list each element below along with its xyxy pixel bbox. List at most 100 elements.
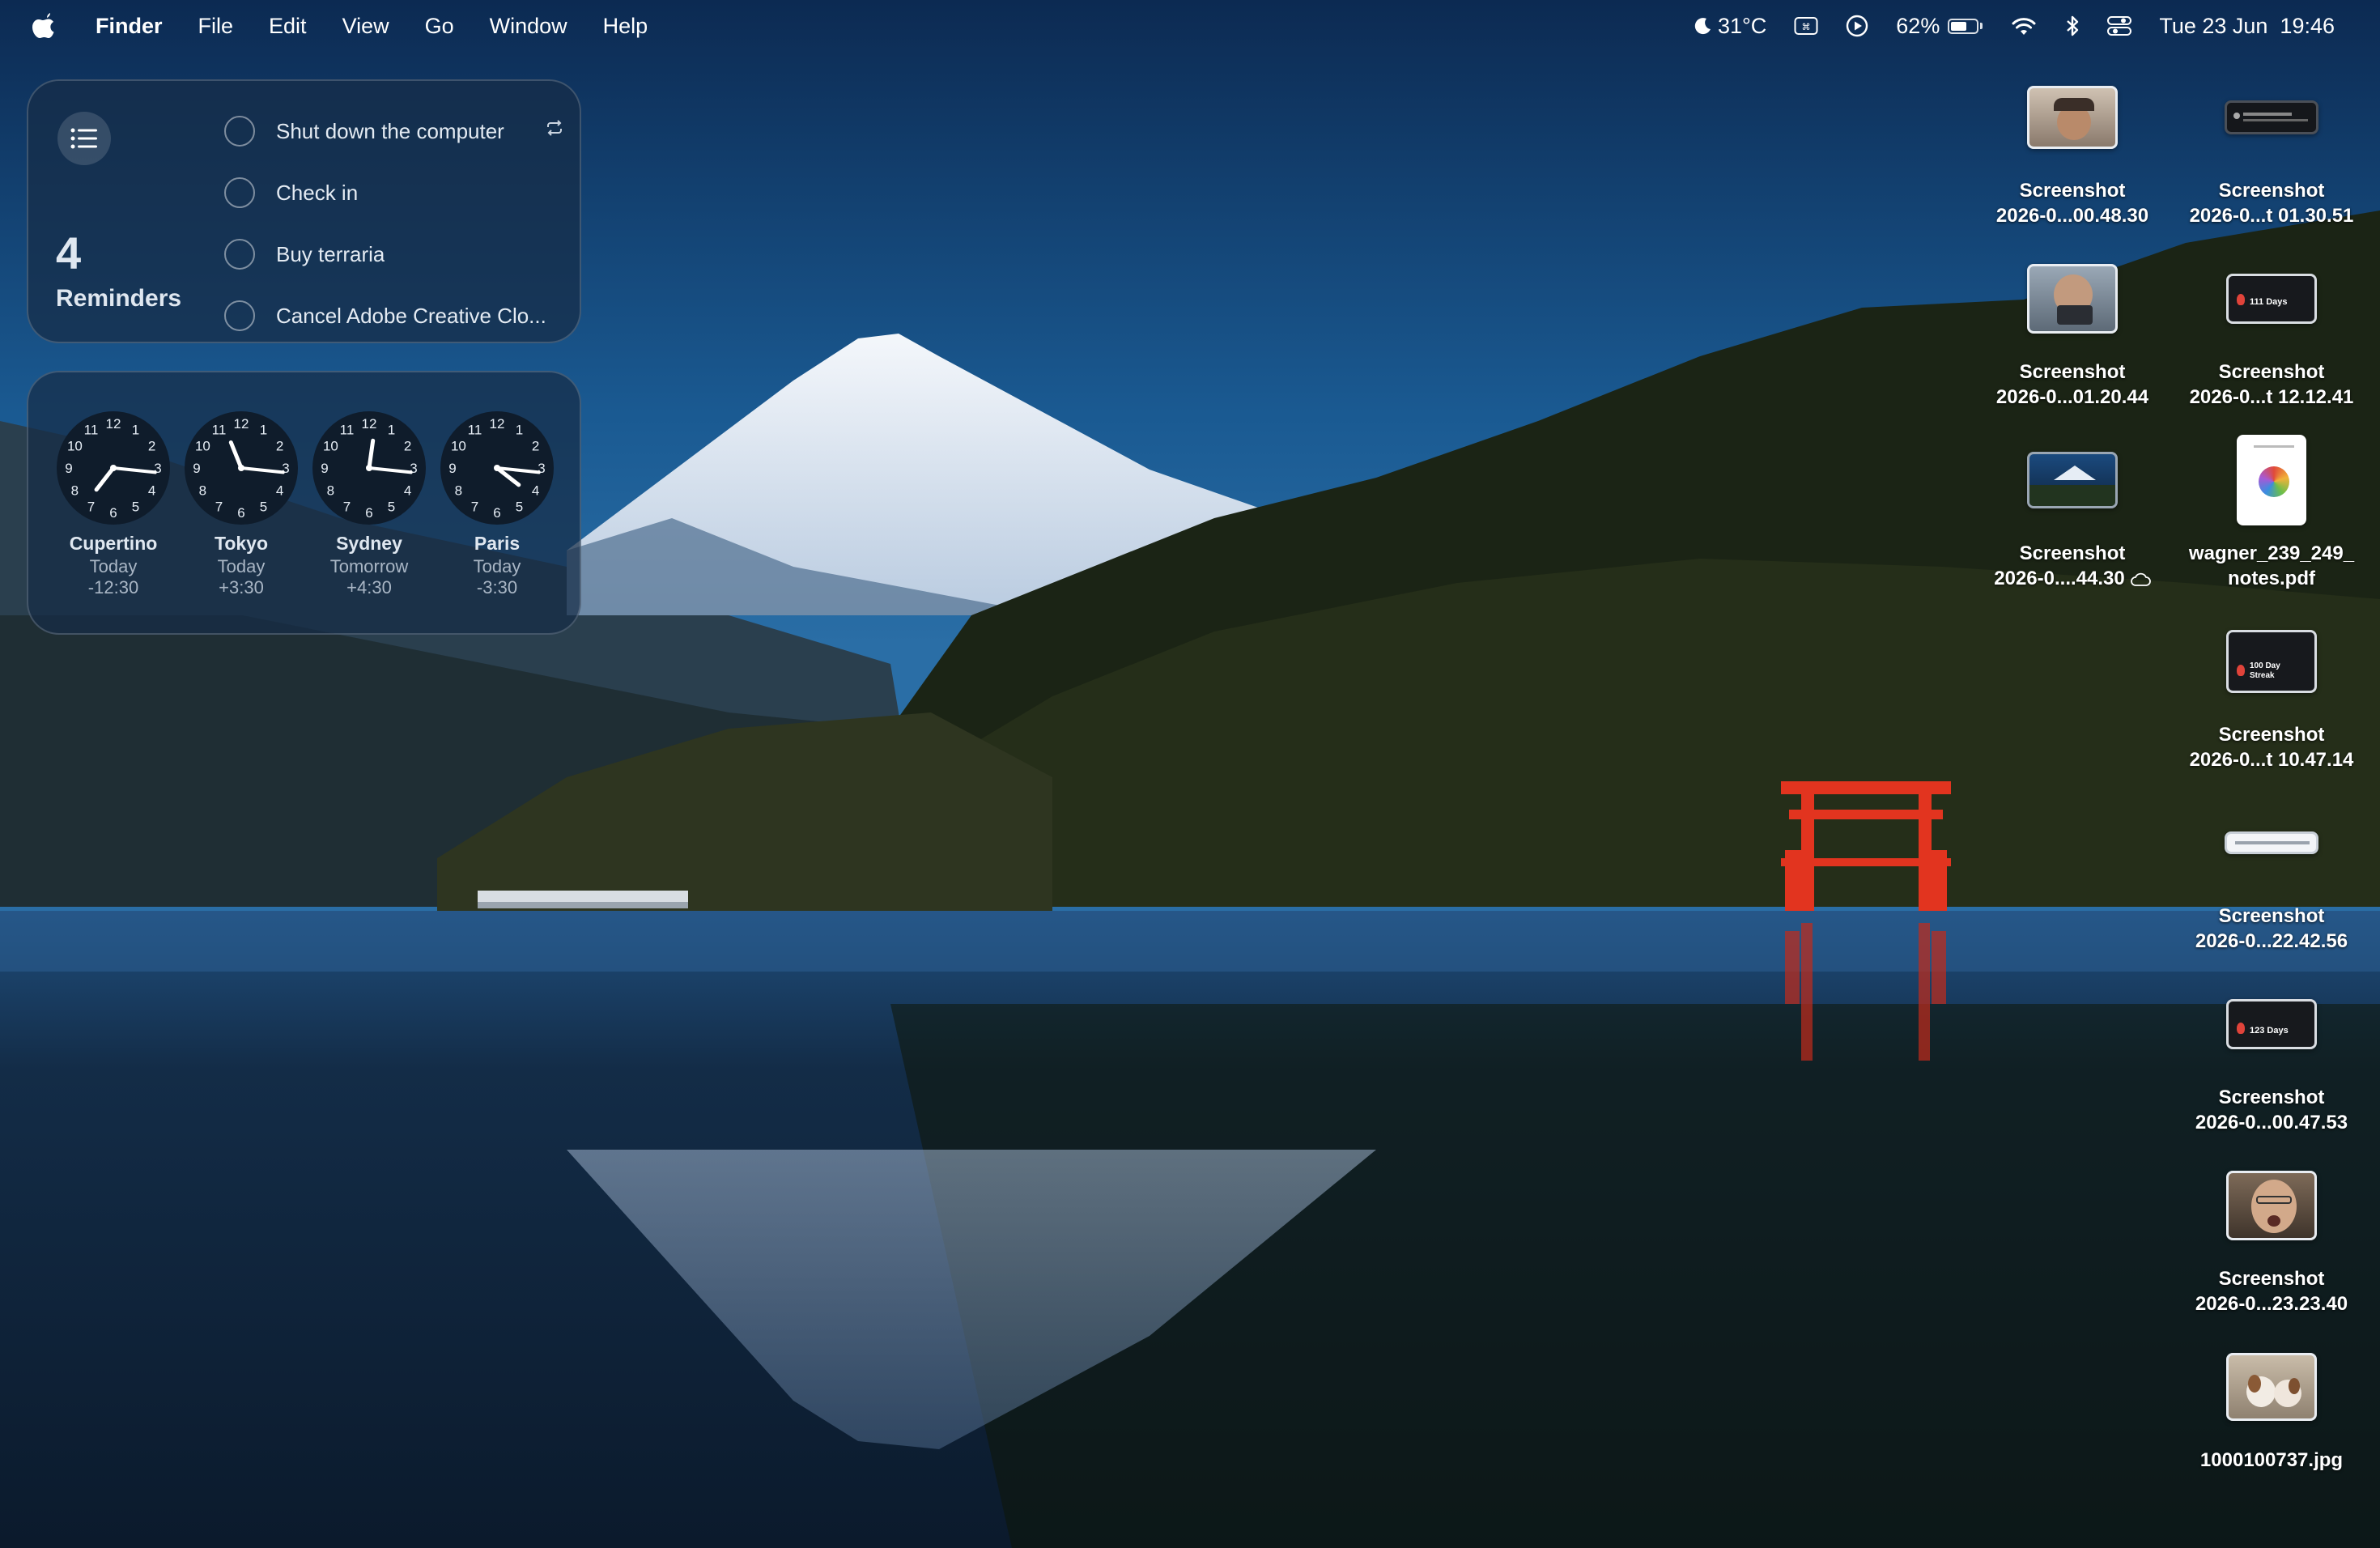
reminder-checkbox[interactable]	[224, 177, 255, 208]
clock-city: Cupertino	[69, 533, 158, 554]
reminder-text: Buy terraria	[276, 241, 385, 266]
battery-percent: 62%	[1896, 13, 1940, 38]
clock-numeral: 5	[516, 500, 523, 515]
file-name-line1: 1000100737.jpg	[2199, 1449, 2344, 1471]
file-name-line1: Screenshot	[2019, 542, 2126, 564]
photo-thumbnail	[2226, 1353, 2317, 1421]
clock-numeral: 10	[67, 439, 83, 454]
battery-status[interactable]: 62%	[1896, 14, 1983, 39]
clock-numeral: 7	[343, 500, 351, 515]
clock-sydney[interactable]: 1 2 3 4 5 6 7 8 9 10 11 12 Sydney Tomorrow +4:30	[308, 410, 430, 598]
input-source-icon[interactable]: ⌘	[1794, 16, 1818, 36]
clock-tokyo[interactable]: 1 2 3 4 5 6 7 8 9 10 11 12 Tokyo Today +3:30	[181, 410, 302, 598]
list-icon	[57, 112, 111, 165]
clock-datetime[interactable]: Tue 23 Jun 19:46	[2159, 14, 2335, 39]
screenshot-thumbnail	[2225, 100, 2318, 134]
clock-numeral: 9	[193, 461, 200, 476]
clock-numeral: 9	[321, 461, 328, 476]
desktop-file-icon[interactable]: Screenshot 2026-0...00.48.30	[1975, 57, 2170, 228]
file-name-line1: wagner_239_249_	[2188, 542, 2355, 564]
clock-numeral: 11	[468, 422, 482, 437]
clock-city: Sydney	[336, 533, 402, 554]
clock-day: Today	[89, 556, 138, 576]
clock-numeral: 2	[532, 439, 539, 454]
clock-center-pin	[110, 465, 117, 471]
world-clock-widget[interactable]: 1 2 3 4 5 6 7 8 9 10 11 12 Cupertino Today -12:30 1…	[27, 371, 581, 635]
clock-numeral: 2	[276, 439, 283, 454]
analog-clock-face: 1234567891011 12	[57, 411, 170, 525]
clock-numeral: 12	[362, 416, 377, 432]
clock-numeral: 1	[260, 422, 267, 437]
menu-app-name[interactable]: Finder	[96, 14, 163, 39]
clock-numeral: 12	[234, 416, 249, 432]
screenshot-thumbnail	[2027, 452, 2118, 508]
file-name-line2: 2026-0...22.42.56	[2195, 930, 2348, 952]
reminder-item[interactable]: Cancel Adobe Creative Clo...	[224, 285, 564, 347]
streak-count-text: 111 Days	[2250, 297, 2288, 307]
now-playing-icon[interactable]	[1846, 15, 1868, 37]
screenshot-thumbnail	[2225, 831, 2318, 854]
reminders-widget[interactable]: 4 Reminders Shut down the computer Check…	[27, 79, 581, 343]
file-name-line2: 2026-0...t 10.47.14	[2189, 749, 2354, 771]
clock-numeral: 5	[260, 500, 267, 515]
reminder-checkbox[interactable]	[224, 300, 255, 331]
clock-numeral: 4	[148, 483, 155, 499]
clock-center-pin	[494, 465, 500, 471]
weather-status[interactable]: 31°C	[1694, 14, 1766, 39]
clock-numeral: 11	[340, 422, 355, 437]
desktop-file-icon[interactable]: 1000100737.jpg	[2174, 1326, 2369, 1473]
clock-numeral: 5	[388, 500, 395, 515]
clock-numeral: 7	[471, 500, 478, 515]
control-center-icon[interactable]	[2107, 15, 2132, 36]
desktop-file-icon[interactable]: 111 Days Screenshot 2026-0...t 12.12.41	[2174, 238, 2369, 410]
clock-numeral: 4	[404, 483, 411, 499]
clock-numeral: 8	[199, 483, 206, 499]
reminder-checkbox[interactable]	[224, 116, 255, 147]
clock-offset: -12:30	[87, 577, 139, 598]
clock-paris[interactable]: 1 2 3 4 5 6 7 8 9 10 11 12 Paris Today -3:30	[436, 410, 558, 598]
menu-bar: Finder File Edit View Go Window Help 31°…	[0, 0, 2380, 52]
pdf-thumbnail	[2237, 435, 2306, 525]
desktop-file-icon[interactable]: Screenshot 2026-0...22.42.56	[2174, 782, 2369, 954]
desktop-file-icon[interactable]: Screenshot 2026-0...t 01.30.51	[2174, 57, 2369, 228]
clock-numeral: 10	[195, 439, 210, 454]
clock-numeral: 12	[490, 416, 505, 432]
bluetooth-icon[interactable]	[2065, 15, 2080, 37]
file-name-line1: Screenshot	[2218, 905, 2325, 927]
menu-window[interactable]: Window	[490, 14, 567, 39]
clock-numeral: 11	[84, 422, 99, 437]
menu-file[interactable]: File	[198, 14, 234, 39]
file-name-line2: 2026-0...00.48.30	[1995, 205, 2149, 227]
reminders-count: 4	[56, 228, 82, 279]
desktop-file-icon[interactable]: Screenshot 2026-0....44.30	[1975, 419, 2170, 591]
clock-city: Tokyo	[214, 533, 269, 554]
desktop-file-icon[interactable]: Screenshot 2026-0...23.23.40	[2174, 1145, 2369, 1316]
menu-help[interactable]: Help	[603, 14, 648, 39]
reminder-item[interactable]: Buy terraria	[224, 223, 564, 285]
reminder-item[interactable]: Check in	[224, 162, 564, 223]
desktop-file-icon[interactable]: wagner_239_249_ notes.pdf	[2174, 419, 2369, 591]
file-name-line2: 2026-0...t 01.30.51	[2189, 205, 2354, 227]
menu-go[interactable]: Go	[425, 14, 454, 39]
clock-numeral: 5	[132, 500, 139, 515]
desktop-file-icon[interactable]: 100 Day Streak Screenshot 2026-0...t 10.…	[2174, 601, 2369, 772]
menu-view[interactable]: View	[342, 14, 389, 39]
wifi-icon[interactable]	[2010, 15, 2038, 36]
clock-numeral: 9	[448, 461, 456, 476]
clock-city: Paris	[474, 533, 521, 554]
reminder-item[interactable]: Shut down the computer	[224, 100, 564, 162]
desktop-file-icon[interactable]: 123 Days Screenshot 2026-0...00.47.53	[2174, 963, 2369, 1135]
clock-numeral: 12	[106, 416, 121, 432]
clock-day: Today	[473, 556, 521, 576]
desktop-file-icon[interactable]: Screenshot 2026-0...01.20.44	[1975, 238, 2170, 410]
clock-center-pin	[238, 465, 244, 471]
moon-icon	[1694, 18, 1711, 35]
apple-logo-icon[interactable]	[31, 13, 55, 39]
file-name-line2: 2026-0...t 12.12.41	[2189, 386, 2354, 408]
menu-edit[interactable]: Edit	[269, 14, 307, 39]
reminder-checkbox[interactable]	[224, 239, 255, 270]
clock-cupertino[interactable]: 1 2 3 4 5 6 7 8 9 10 11 12 Cupertino Today -12:30	[53, 410, 174, 598]
clock-numeral: 7	[215, 500, 223, 515]
file-name-line2: notes.pdf	[2228, 568, 2315, 589]
clock-numeral: 11	[212, 422, 227, 437]
